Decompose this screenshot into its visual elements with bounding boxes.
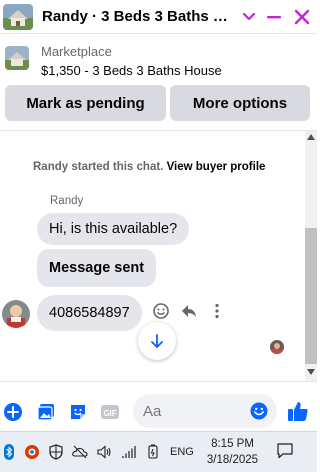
conversation-title[interactable]: Randy · 3 Beds 3 Baths Ho... <box>42 8 232 25</box>
sender-name: Randy <box>50 195 84 207</box>
app-tray-icon[interactable] <box>24 444 40 460</box>
system-clock[interactable]: 8:15 PM 3/18/2025 <box>205 436 260 468</box>
mark-as-pending-button[interactable]: Mark as pending <box>5 85 166 121</box>
plus-circle-icon[interactable] <box>3 402 23 422</box>
close-icon[interactable] <box>294 9 310 25</box>
message-list[interactable]: Randy started this chat. View buyer prof… <box>0 131 317 381</box>
battery-icon[interactable] <box>145 444 161 460</box>
svg-text:GIF: GIF <box>103 409 116 418</box>
marketplace-card[interactable]: Marketplace $1,350 - 3 Beds 3 Baths Hous… <box>0 34 317 82</box>
listing-avatar[interactable] <box>3 3 33 30</box>
chat-started-text: Randy started this chat. <box>33 161 164 173</box>
photo-icon[interactable] <box>36 402 56 422</box>
chevron-down-icon[interactable] <box>242 10 256 24</box>
onedrive-offline-icon[interactable] <box>72 444 88 460</box>
volume-icon[interactable] <box>96 444 112 460</box>
wifi-icon[interactable] <box>121 444 137 460</box>
scroll-up-arrow-icon[interactable] <box>307 134 315 140</box>
view-buyer-profile-link[interactable]: View buyer profile <box>167 161 266 173</box>
message-bubble[interactable]: Message sent <box>37 249 157 287</box>
sender-avatar[interactable] <box>2 300 30 328</box>
gif-icon[interactable]: GIF <box>100 402 120 422</box>
listing-thumbnail <box>5 46 29 70</box>
more-options-button[interactable]: More options <box>170 85 310 121</box>
scroll-to-bottom-button[interactable] <box>138 322 176 360</box>
security-shield-icon[interactable] <box>48 444 64 460</box>
seen-avatar <box>270 340 284 354</box>
more-actions-icon[interactable] <box>208 302 226 320</box>
chat-started-notice: Randy started this chat. View buyer prof… <box>33 161 265 173</box>
thumbs-up-icon[interactable] <box>287 400 309 422</box>
bluetooth-icon[interactable] <box>1 444 17 460</box>
windows-taskbar: ENG 8:15 PM 3/18/2025 <box>0 431 317 472</box>
marketplace-label: Marketplace <box>41 44 112 59</box>
arrow-down-icon <box>151 334 163 348</box>
sticker-icon[interactable] <box>68 402 88 422</box>
input-language[interactable]: ENG <box>170 446 194 458</box>
notifications-icon[interactable] <box>276 442 294 460</box>
message-bubble[interactable]: 4086584897 <box>37 295 142 331</box>
reply-icon[interactable] <box>180 302 198 320</box>
scroll-down-arrow-icon[interactable] <box>307 369 315 375</box>
chat-header: Randy · 3 Beds 3 Baths Ho... <box>0 0 317 34</box>
clock-date: 3/18/2025 <box>206 454 259 466</box>
listing-title: $1,350 - 3 Beds 3 Baths House <box>41 63 222 78</box>
minimize-icon[interactable] <box>266 9 282 25</box>
scrollbar-thumb[interactable] <box>305 228 317 364</box>
message-bubble[interactable]: Hi, is this available? <box>37 213 190 245</box>
clock-time: 8:15 PM <box>211 438 254 450</box>
react-emoji-icon[interactable] <box>152 302 170 320</box>
emoji-icon[interactable] <box>250 402 268 420</box>
